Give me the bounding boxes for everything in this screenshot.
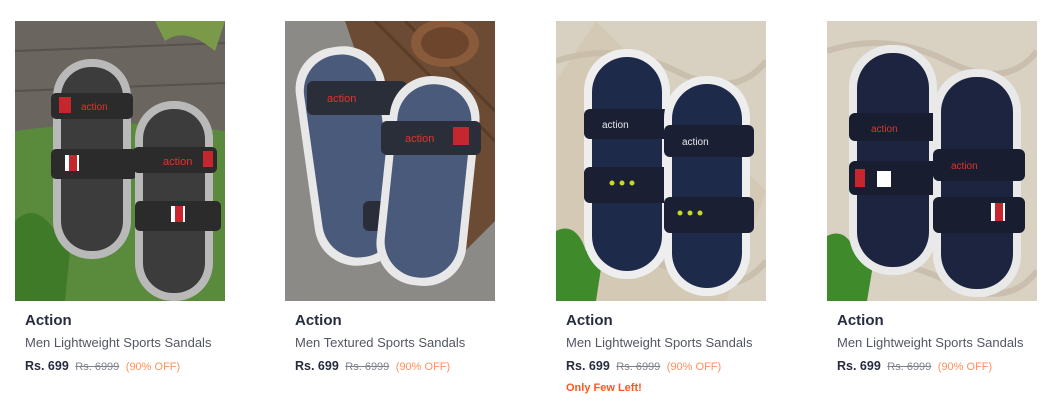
stock-warning: Only Few Left!	[566, 382, 642, 394]
sandal-logo-text: action	[682, 137, 709, 148]
product-card[interactable]: action action Action Men Lightweight Spo…	[827, 0, 1054, 403]
product-name: Men Textured Sports Sandals	[295, 335, 466, 350]
sandal-logo-text: action	[951, 161, 978, 172]
sandal-photo-grass: action action	[15, 21, 225, 301]
product-discount: (90% OFF)	[937, 361, 993, 373]
product-name: Men Lightweight Sports Sandals	[566, 335, 753, 350]
sandal-logo-text: action	[405, 133, 434, 145]
price-row: Rs. 699 Rs. 6999 (90% OFF)	[837, 359, 992, 373]
product-image[interactable]: action action	[285, 21, 495, 301]
product-brand: Action	[25, 312, 72, 329]
product-mrp: Rs. 6999	[616, 361, 661, 373]
product-brand: Action	[295, 312, 342, 329]
sandal-logo-text: action	[163, 156, 192, 168]
product-card[interactable]: action action Action Men Lightweight Spo…	[15, 0, 255, 403]
product-image[interactable]: action action	[556, 21, 766, 301]
product-name: Men Lightweight Sports Sandals	[837, 335, 1024, 350]
product-name: Men Lightweight Sports Sandals	[25, 335, 212, 350]
sandal-photo-wood: action action	[285, 21, 495, 301]
product-discount: (90% OFF)	[666, 361, 722, 373]
price-row: Rs. 699 Rs. 6999 (90% OFF)	[295, 359, 450, 373]
product-price: Rs. 699	[837, 359, 881, 373]
product-discount: (90% OFF)	[395, 361, 451, 373]
product-mrp: Rs. 6999	[345, 361, 390, 373]
product-grid: action action Action Men Lightweight Spo…	[0, 0, 1054, 403]
product-price: Rs. 699	[566, 359, 610, 373]
price-row: Rs. 699 Rs. 6999 (90% OFF)	[566, 359, 721, 373]
sandal-logo-text: action	[81, 102, 108, 113]
product-mrp: Rs. 6999	[887, 361, 932, 373]
product-image[interactable]: action action	[827, 21, 1037, 301]
price-row: Rs. 699 Rs. 6999 (90% OFF)	[25, 359, 180, 373]
product-discount: (90% OFF)	[125, 361, 181, 373]
product-mrp: Rs. 6999	[75, 361, 120, 373]
product-brand: Action	[566, 312, 613, 329]
sandal-logo-text: action	[871, 124, 898, 135]
sandal-logo-text: action	[327, 93, 356, 105]
product-image[interactable]: action action	[15, 21, 225, 301]
product-card[interactable]: action action Action Men Lightweight Spo…	[556, 0, 796, 403]
product-price: Rs. 699	[25, 359, 69, 373]
sandal-logo-text: action	[602, 120, 629, 131]
product-card[interactable]: action action Action Men Textured Sports…	[285, 0, 525, 403]
product-brand: Action	[837, 312, 884, 329]
sandal-photo-sand: action action	[827, 21, 1037, 301]
product-price: Rs. 699	[295, 359, 339, 373]
sandal-photo-sand: action action	[556, 21, 766, 301]
